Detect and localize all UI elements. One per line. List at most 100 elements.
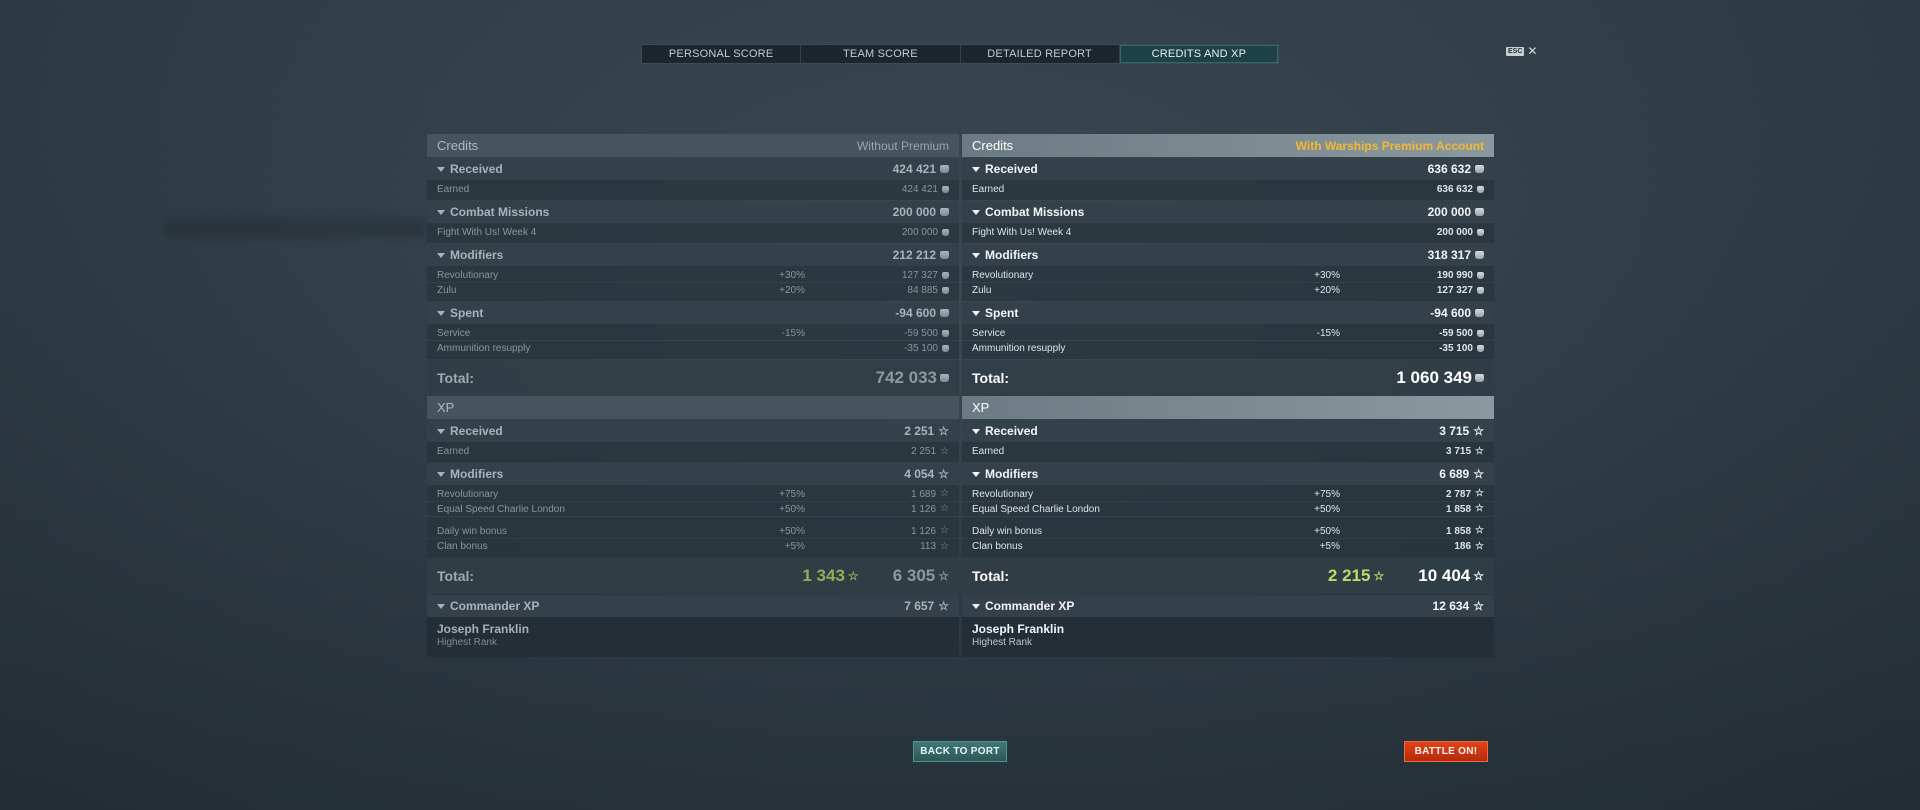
tab-detailed-report[interactable]: DETAILED REPORT — [961, 45, 1120, 63]
credits-total: Total: 742 033 — [427, 360, 959, 396]
credits-icon — [940, 374, 949, 382]
back-to-port-button[interactable]: BACK TO PORT — [913, 741, 1007, 762]
credits-icon — [1477, 329, 1484, 337]
premium-note: With Warships Premium Account — [1295, 138, 1484, 153]
chevron-down-icon — [972, 166, 980, 172]
xp-modifiers-group[interactable]: Modifiers 4 054 ☆ — [427, 463, 959, 485]
credits-icon — [940, 251, 949, 259]
list-item: Equal Speed Charlie London +50% 1 126 ☆ — [427, 502, 959, 517]
xp-total: Total: 1 343 ☆ 6 305 ☆ — [427, 558, 959, 594]
list-item: Revolutionary +75% 1 689 ☆ — [427, 487, 959, 502]
credits-icon — [1477, 287, 1484, 294]
list-item: Clan bonus +5% 113 ☆ — [437, 540, 949, 552]
chevron-down-icon — [972, 471, 980, 477]
chevron-down-icon — [972, 310, 980, 316]
chevron-down-icon — [972, 209, 980, 215]
xp-star-icon: ☆ — [940, 540, 949, 552]
credits-icon — [1477, 229, 1484, 236]
combat-missions-group[interactable]: Combat Missions 200 000 — [427, 201, 959, 223]
xp-star-icon: ☆ — [940, 503, 949, 514]
xp-star-icon: ☆ — [1475, 540, 1484, 552]
battle-on-button[interactable]: BATTLE ON! — [1404, 741, 1488, 762]
credits-icon — [942, 271, 949, 279]
chevron-down-icon — [437, 252, 445, 258]
xp-star-icon: ☆ — [1475, 488, 1484, 499]
xp-star-icon: ☆ — [1475, 525, 1484, 536]
commander-xp-group[interactable]: Commander XP 7 657 ☆ — [427, 595, 959, 617]
premium-note: Without Premium — [856, 138, 949, 153]
list-item: Daily win bonus +50% 1 858 ☆ — [962, 524, 1494, 539]
xp-star-icon: ☆ — [1475, 445, 1484, 457]
list-item: Service -15% -59 500 — [427, 326, 959, 341]
list-item: Service -15% -59 500 — [962, 326, 1494, 341]
commander-name: Joseph Franklin — [972, 622, 1065, 636]
spent-group[interactable]: Spent -94 600 — [427, 302, 959, 324]
credits-header: Credits With Warships Premium Account — [962, 134, 1494, 157]
chevron-down-icon — [972, 252, 980, 258]
list-item: Equal Speed Charlie London +50% 1 858 ☆ — [962, 502, 1494, 517]
xp-star-icon: ☆ — [940, 445, 949, 457]
list-item: Zulu +20% 127 327 — [962, 283, 1494, 298]
credits-title: Credits — [437, 138, 479, 153]
commander-xp-group[interactable]: Commander XP 12 634 ☆ — [962, 595, 1494, 617]
received-group[interactable]: Received 424 421 — [427, 158, 959, 180]
list-item: Clan bonus +5% 186 ☆ — [972, 540, 1484, 552]
close-button[interactable]: ESC ✕ — [1506, 44, 1538, 58]
xp-star-icon: ☆ — [940, 488, 949, 499]
credits-icon — [942, 229, 949, 236]
tab-team-score[interactable]: TEAM SCORE — [801, 45, 961, 63]
xp-star-icon: ☆ — [1475, 503, 1484, 514]
commander-card: Joseph Franklin Highest Rank — [427, 617, 959, 657]
list-item: Revolutionary +75% 2 787 ☆ — [962, 487, 1494, 502]
credits-icon — [1475, 309, 1484, 317]
background-haze — [0, 0, 1920, 810]
xp-star-icon: ☆ — [1473, 467, 1484, 481]
commander-name: Joseph Franklin — [437, 622, 530, 636]
list-item: Earned 424 421 — [427, 182, 959, 197]
modifiers-group[interactable]: Modifiers 212 212 — [427, 244, 959, 266]
list-item: Fight With Us! Week 4 200 000 — [962, 225, 1494, 240]
list-item: Ammunition resupply -35 100 — [427, 341, 959, 356]
chevron-down-icon — [972, 603, 980, 609]
xp-star-icon: ☆ — [938, 424, 949, 438]
credits-icon — [1475, 251, 1484, 259]
combat-missions-group[interactable]: Combat Missions 200 000 — [962, 201, 1494, 223]
list-item: Revolutionary +30% 190 990 — [962, 268, 1494, 283]
xp-modifiers-group[interactable]: Modifiers 6 689 ☆ — [962, 463, 1494, 485]
credits-title: Credits — [972, 138, 1014, 153]
xp-received-group[interactable]: Received 2 251 ☆ — [427, 420, 959, 442]
received-value: 424 421 — [892, 162, 936, 176]
xp-received-group[interactable]: Received 3 715 ☆ — [962, 420, 1494, 442]
modifiers-group[interactable]: Modifiers 318 317 — [962, 244, 1494, 266]
close-icon: ✕ — [1527, 44, 1538, 58]
chevron-down-icon — [437, 428, 445, 434]
results-tabs: PERSONAL SCORE TEAM SCORE DETAILED REPOR… — [641, 44, 1279, 64]
commander-rank: Highest Rank — [437, 637, 498, 648]
credits-icon — [1475, 208, 1484, 216]
xp-star-icon: ☆ — [940, 525, 949, 536]
list-item: Earned 3 715 ☆ — [972, 445, 1484, 457]
xp-star-icon: ☆ — [1473, 569, 1484, 583]
xp-header: XP — [962, 396, 1494, 419]
chevron-down-icon — [972, 428, 980, 434]
spent-group[interactable]: Spent -94 600 — [962, 302, 1494, 324]
received-group[interactable]: Received 636 632 — [962, 158, 1494, 180]
chevron-down-icon — [437, 603, 445, 609]
list-item: Revolutionary +30% 127 327 — [427, 268, 959, 283]
credits-icon — [940, 309, 949, 317]
credits-icon — [1477, 345, 1484, 352]
chevron-down-icon — [437, 209, 445, 215]
credits-icon — [942, 287, 949, 294]
xp-star-icon: ☆ — [938, 467, 949, 481]
credits-icon — [940, 165, 949, 173]
credits-icon — [1475, 165, 1484, 173]
xp-star-icon: ☆ — [847, 569, 859, 583]
xp-star-icon: ☆ — [1473, 599, 1484, 613]
tab-credits-and-xp[interactable]: CREDITS AND XP — [1119, 45, 1278, 63]
credits-header: Credits Without Premium — [427, 134, 959, 157]
chevron-down-icon — [437, 166, 445, 172]
tab-personal-score[interactable]: PERSONAL SCORE — [642, 45, 802, 63]
list-item: Daily win bonus +50% 1 126 ☆ — [427, 524, 959, 539]
list-item: Zulu +20% 84 885 — [427, 283, 959, 298]
credits-total: Total: 1 060 349 — [962, 360, 1494, 396]
